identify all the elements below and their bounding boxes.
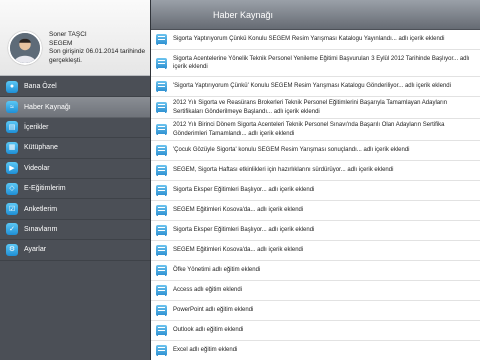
feed-text: Sigorta Acentelerine Yönelik Teknik Pers… bbox=[173, 55, 470, 71]
list-item[interactable]: SEGEM Eğitimleri Kosova'da... adlı içeri… bbox=[151, 201, 480, 221]
document-icon bbox=[156, 34, 167, 45]
menu-label: Ayarlar bbox=[24, 246, 47, 254]
user-icon: ● bbox=[6, 80, 18, 93]
document-icon bbox=[156, 225, 167, 236]
document-icon bbox=[156, 124, 167, 135]
feed-text: Access adlı eğitim eklendi bbox=[173, 287, 243, 294]
menu-item-kutuphane[interactable]: ▦ Kütüphane bbox=[0, 138, 150, 159]
feed-text: PowerPoint adlı eğitim eklendi bbox=[173, 307, 254, 314]
feed-text: 'Çocuk Gözüyle Sigorta' konulu SEGEM Res… bbox=[173, 147, 410, 154]
list-item[interactable]: 2012 Yılı Birinci Dönem Sigorta Acentele… bbox=[151, 119, 480, 141]
menu-item-icerikler[interactable]: ▤ İçerikler bbox=[0, 118, 150, 139]
avatar bbox=[8, 31, 42, 65]
menu-label: Sınavlarım bbox=[24, 225, 58, 233]
list-item[interactable]: 'Çocuk Gözüyle Sigorta' konulu SEGEM Res… bbox=[151, 141, 480, 161]
page-title: Haber Kaynağı bbox=[213, 10, 274, 20]
menu-label: Haber Kaynağı bbox=[24, 103, 71, 111]
survey-icon: ☑ bbox=[6, 203, 18, 216]
menu-item-videolar[interactable]: ▶ Videolar bbox=[0, 159, 150, 179]
list-item[interactable]: Sigorta Eksper Eğitimleri Başlıyor... ad… bbox=[151, 221, 480, 241]
sidebar: Soner TAŞCI SEGEM Son girişiniz 06.01.20… bbox=[0, 0, 150, 360]
top-bar: Haber Kaynağı bbox=[151, 0, 480, 30]
document-icon bbox=[156, 265, 167, 276]
gear-icon: ⚙ bbox=[6, 243, 18, 256]
menu-item-anketlerim[interactable]: ☑ Anketlerim bbox=[0, 199, 150, 220]
list-item[interactable]: Sigorta Yaptırıyorum Çünkü Konulu SEGEM … bbox=[151, 30, 480, 50]
feed-text: 'Sigorta Yaptırıyorum Çünkü' Konulu SEGE… bbox=[173, 83, 451, 90]
profile-info: Soner TAŞCI SEGEM Son girişiniz 06.01.20… bbox=[49, 31, 147, 65]
news-feed[interactable]: Sigorta Yaptırıyorum Çünkü Konulu SEGEM … bbox=[151, 30, 480, 360]
list-item[interactable]: Öfke Yönetimi adlı eğitim eklendi bbox=[151, 261, 480, 281]
sidebar-menu: ● Bana Özel ≈ Haber Kaynağı ▤ İçerikler … bbox=[0, 77, 150, 261]
document-icon bbox=[156, 345, 167, 356]
menu-item-e-egitimlerim[interactable]: ◇ E-Eğitimlerim bbox=[0, 179, 150, 200]
list-item[interactable]: PowerPoint adlı eğitim eklendi bbox=[151, 301, 480, 321]
document-icon bbox=[156, 102, 167, 113]
book-icon: ▦ bbox=[6, 141, 18, 154]
menu-item-haber-kaynagi[interactable]: ≈ Haber Kaynağı bbox=[0, 97, 150, 118]
profile-name: Soner TAŞCI bbox=[49, 31, 87, 38]
list-item[interactable]: Excel adlı eğitim eklendi bbox=[151, 341, 480, 360]
feed-text: Sigorta Eksper Eğitimleri Başlıyor... ad… bbox=[173, 187, 315, 194]
menu-label: İçerikler bbox=[24, 123, 49, 131]
menu-item-sinavlarim[interactable]: ✓ Sınavlarım bbox=[0, 220, 150, 241]
feed-text: Excel adlı eğitim eklendi bbox=[173, 347, 238, 354]
document-icon bbox=[156, 185, 167, 196]
list-item[interactable]: 'Sigorta Yaptırıyorum Çünkü' Konulu SEGE… bbox=[151, 77, 480, 97]
feed-text: SEGEM Eğitimleri Kosova'da... adlı içeri… bbox=[173, 207, 304, 214]
feed-text: Öfke Yönetimi adlı eğitim eklendi bbox=[173, 267, 261, 274]
menu-label: E-Eğitimlerim bbox=[24, 185, 66, 193]
exam-icon: ✓ bbox=[6, 223, 18, 236]
feed-text: Outlook adlı eğitim eklendi bbox=[173, 327, 244, 334]
document-icon bbox=[156, 81, 167, 92]
feed-text: SEGEM, Sigorta Haftası etkinlikleri için… bbox=[173, 167, 394, 174]
document-icon bbox=[156, 305, 167, 316]
feed-text: 2012 Yılı Sigorta ve Reasürans Brokerler… bbox=[173, 100, 448, 115]
list-item[interactable]: SEGEM Eğitimleri Kosova'da... adlı içeri… bbox=[151, 241, 480, 261]
document-icon bbox=[156, 57, 167, 69]
last-login-text: Son girişiniz 06.01.2014 tarihinde gerçe… bbox=[49, 48, 146, 64]
profile-org: SEGEM bbox=[49, 39, 73, 47]
document-icon bbox=[156, 285, 167, 296]
feed-text: SEGEM Eğitimleri Kosova'da... adlı içeri… bbox=[173, 247, 304, 254]
list-item[interactable]: Sigorta Acentelerine Yönelik Teknik Pers… bbox=[151, 50, 480, 77]
feed-text: Sigorta Yaptırıyorum Çünkü Konulu SEGEM … bbox=[173, 36, 445, 43]
document-icon bbox=[156, 205, 167, 216]
profile-card: Soner TAŞCI SEGEM Son girişiniz 06.01.20… bbox=[0, 0, 150, 76]
list-item[interactable]: 2012 Yılı Sigorta ve Reasürans Brokerler… bbox=[151, 97, 480, 119]
feed-text: 2012 Yılı Birinci Dönem Sigorta Acentele… bbox=[173, 122, 445, 137]
menu-label: Kütüphane bbox=[24, 144, 58, 152]
list-item[interactable]: Sigorta Eksper Eğitimleri Başlıyor... ad… bbox=[151, 181, 480, 201]
document-icon bbox=[156, 325, 167, 336]
elearning-icon: ◇ bbox=[6, 182, 18, 195]
file-icon: ▤ bbox=[6, 121, 18, 134]
menu-label: Videolar bbox=[24, 164, 50, 172]
feed-text: Sigorta Eksper Eğitimleri Başlıyor... ad… bbox=[173, 227, 315, 234]
list-item[interactable]: Access adlı eğitim eklendi bbox=[151, 281, 480, 301]
document-icon bbox=[156, 145, 167, 156]
document-icon bbox=[156, 165, 167, 176]
menu-item-bana-ozel[interactable]: ● Bana Özel bbox=[0, 77, 150, 98]
list-item[interactable]: Outlook adlı eğitim eklendi bbox=[151, 321, 480, 341]
menu-label: Anketlerim bbox=[24, 205, 58, 213]
menu-label: Bana Özel bbox=[24, 83, 57, 91]
rss-icon: ≈ bbox=[6, 101, 18, 114]
video-icon: ▶ bbox=[6, 162, 18, 175]
menu-item-ayarlar[interactable]: ⚙ Ayarlar bbox=[0, 240, 150, 261]
list-item[interactable]: SEGEM, Sigorta Haftası etkinlikleri için… bbox=[151, 161, 480, 181]
document-icon bbox=[156, 245, 167, 256]
